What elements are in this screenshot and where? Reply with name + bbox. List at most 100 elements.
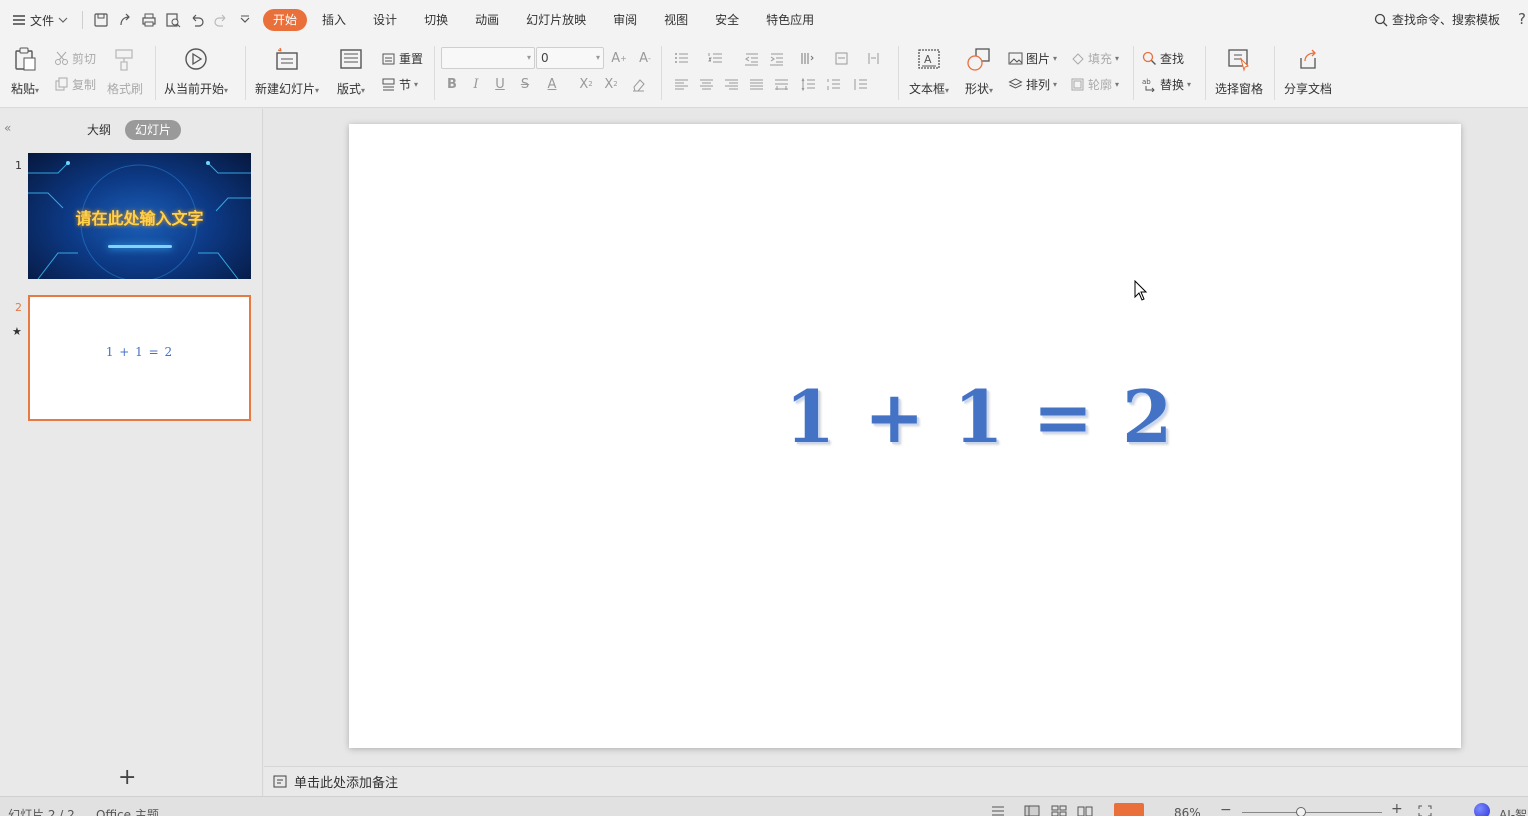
- subscript-icon[interactable]: X2: [600, 74, 622, 94]
- paragraph-spacing-icon[interactable]: [822, 74, 844, 94]
- justify-icon[interactable]: [745, 74, 767, 94]
- formula-text[interactable]: 1 + 1 = 2: [785, 374, 1174, 459]
- replace-button[interactable]: ab 替换 ▾: [1142, 74, 1191, 94]
- tab-slideshow[interactable]: 幻灯片放映: [514, 9, 598, 31]
- play-slideshow-button[interactable]: [1114, 803, 1144, 816]
- tab-outline[interactable]: 大纲: [77, 120, 121, 140]
- find-button[interactable]: 查找: [1142, 48, 1184, 68]
- textbox-button[interactable]: A 文本框▾: [909, 44, 949, 97]
- tab-transitions[interactable]: 切换: [412, 9, 460, 31]
- copy-button[interactable]: 复制: [54, 74, 96, 94]
- reset-button[interactable]: 重置: [381, 48, 423, 68]
- tab-insert[interactable]: 插入: [310, 9, 358, 31]
- tab-home[interactable]: 开始: [263, 9, 308, 31]
- shrink-font-icon[interactable]: A-: [634, 48, 656, 68]
- italic-icon[interactable]: I: [465, 74, 487, 94]
- light-glow: [108, 245, 172, 248]
- strikethrough-icon[interactable]: S: [514, 74, 536, 94]
- line-spacing-icon[interactable]: [797, 74, 819, 94]
- file-menu-label: 文件: [30, 13, 55, 28]
- slide-sorter-icon[interactable]: [1051, 805, 1067, 816]
- redo-icon[interactable]: [209, 8, 233, 32]
- grow-font-icon[interactable]: A +: [608, 48, 630, 68]
- divider: [661, 46, 662, 100]
- save-icon[interactable]: [89, 8, 113, 32]
- zoom-slider-handle[interactable]: [1296, 807, 1306, 816]
- bullet-list-icon[interactable]: [670, 48, 692, 68]
- hamburger-icon: [13, 15, 25, 25]
- format-painter-button[interactable]: 格式刷: [107, 44, 143, 97]
- notes-toggle-icon[interactable]: [990, 805, 1006, 816]
- collapse-panel-icon[interactable]: «: [4, 121, 11, 135]
- add-slide-button[interactable]: +: [118, 765, 136, 790]
- paragraph-settings-icon[interactable]: [849, 74, 871, 94]
- superscript-icon[interactable]: X2: [575, 74, 597, 94]
- zoom-out-icon[interactable]: −: [1220, 802, 1232, 816]
- zoom-level[interactable]: 86%: [1174, 806, 1201, 816]
- zoom-in-icon[interactable]: +: [1391, 801, 1403, 816]
- tab-design[interactable]: 设计: [361, 9, 409, 31]
- text-direction-icon[interactable]: [795, 48, 817, 68]
- align-center-icon[interactable]: [695, 74, 717, 94]
- clear-format-icon[interactable]: [627, 74, 649, 94]
- numbered-list-icon[interactable]: [704, 48, 726, 68]
- tab-review[interactable]: 审阅: [601, 9, 649, 31]
- cut-button[interactable]: 剪切: [54, 48, 96, 68]
- picture-button[interactable]: 图片 ▾: [1008, 48, 1057, 68]
- print-icon[interactable]: [137, 8, 161, 32]
- share-document-button[interactable]: 分享文档: [1284, 44, 1332, 97]
- section-button[interactable]: 节 ▾: [381, 74, 418, 94]
- font-color-icon[interactable]: A: [541, 74, 563, 94]
- paste-button[interactable]: 粘贴▾: [10, 44, 40, 97]
- slide-canvas[interactable]: 1 + 1 = 2: [349, 124, 1461, 748]
- theme-name[interactable]: Office 主题: [96, 806, 159, 816]
- tab-special-apps[interactable]: 特色应用: [754, 9, 826, 31]
- slide-thumbnail-2[interactable]: 1 + 1 = 2: [28, 295, 251, 421]
- distribute-icon[interactable]: [770, 74, 792, 94]
- play-from-current-button[interactable]: 从当前开始▾: [164, 44, 228, 97]
- selection-pane-icon: [1228, 49, 1249, 72]
- print-preview-icon[interactable]: [161, 8, 185, 32]
- normal-view-icon[interactable]: [1024, 805, 1040, 816]
- export-icon[interactable]: [113, 8, 137, 32]
- ai-assistant-icon[interactable]: [1474, 803, 1490, 816]
- undo-icon[interactable]: [185, 8, 209, 32]
- arrange-button[interactable]: 排列 ▾: [1008, 74, 1057, 94]
- tab-animations[interactable]: 动画: [463, 9, 511, 31]
- slide-thumbnail-1[interactable]: 请在此处输入文字: [28, 153, 251, 279]
- columns-icon[interactable]: [862, 48, 884, 68]
- fit-window-icon[interactable]: [1417, 805, 1433, 816]
- help-icon[interactable]: ?: [1518, 10, 1526, 28]
- tab-view[interactable]: 视图: [652, 9, 700, 31]
- svg-text:A: A: [924, 53, 932, 66]
- command-search[interactable]: 查找命令、搜索模板: [1374, 11, 1500, 28]
- outline-icon: [1071, 78, 1084, 90]
- zoom-slider[interactable]: [1242, 812, 1382, 813]
- fill-button[interactable]: 填充 ▾: [1070, 48, 1119, 68]
- file-menu-button[interactable]: 文件: [0, 0, 76, 40]
- new-slide-button[interactable]: 新建幻灯片▾: [255, 44, 319, 97]
- tab-slides[interactable]: 幻灯片: [125, 120, 182, 140]
- selection-pane-button[interactable]: 选择窗格: [1215, 44, 1263, 97]
- ribbon-tabs: 开始 插入 设计 切换 动画 幻灯片放映 审阅 视图 安全 特色应用: [263, 9, 829, 31]
- layout-button[interactable]: 版式▾: [336, 44, 366, 97]
- bold-icon[interactable]: B: [441, 74, 463, 94]
- increase-indent-icon[interactable]: [765, 48, 787, 68]
- decrease-indent-icon[interactable]: [740, 48, 762, 68]
- align-text-icon[interactable]: [830, 48, 852, 68]
- selection-pane-label: 选择窗格: [1215, 82, 1264, 96]
- shape-button[interactable]: 形状▾: [964, 44, 994, 97]
- ai-assistant-label[interactable]: AI-智: [1499, 806, 1527, 816]
- notes-bar[interactable]: 单击此处添加备注: [264, 766, 1528, 796]
- underline-icon[interactable]: U: [489, 74, 511, 94]
- divider: [1205, 46, 1206, 100]
- quick-access-more-icon[interactable]: [233, 8, 257, 32]
- tab-security[interactable]: 安全: [703, 9, 751, 31]
- font-size-combo[interactable]: 0 ▾: [536, 47, 604, 69]
- align-left-icon[interactable]: [670, 74, 692, 94]
- outline-button[interactable]: 轮廓 ▾: [1070, 74, 1119, 94]
- align-right-icon[interactable]: [720, 74, 742, 94]
- font-name-combo[interactable]: ▾: [441, 47, 535, 69]
- reading-view-icon[interactable]: [1077, 805, 1093, 816]
- new-slide-label: 新建幻灯片: [255, 82, 316, 96]
